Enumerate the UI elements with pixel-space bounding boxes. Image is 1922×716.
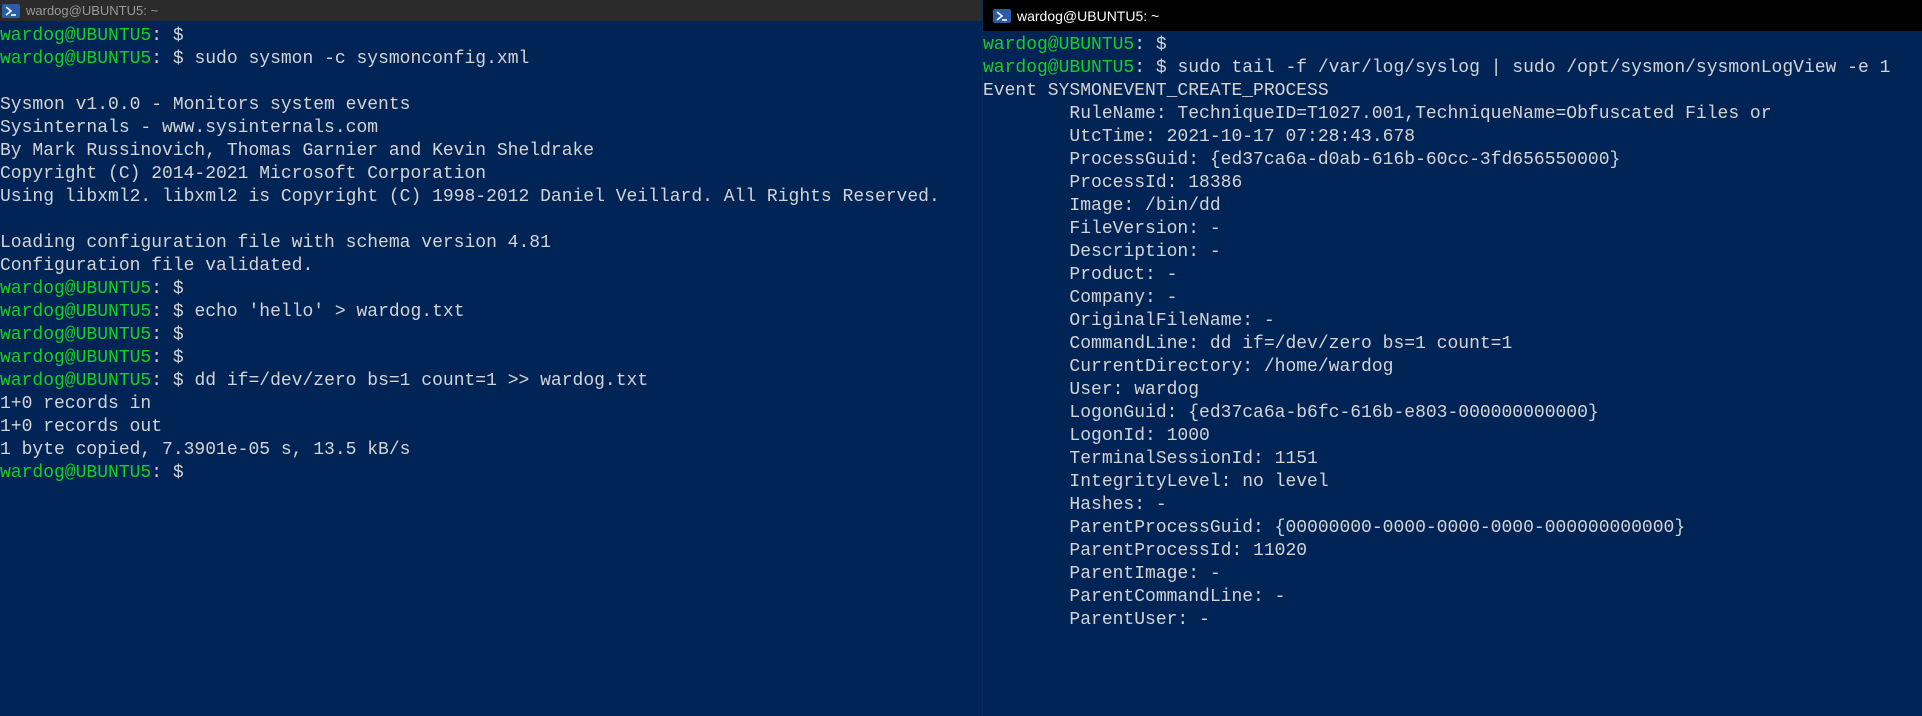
prompt-line: wardog@UBUNTU5: $ [983,34,1922,57]
output-line: ParentProcessId: 11020 [983,541,1308,561]
prompt-separator: : [151,49,163,69]
output-line: Description: - [983,242,1221,262]
prompt-user: wardog@UBUNTU5 [0,348,152,368]
powershell-icon [993,8,1011,23]
output-line: ParentCommandLine: - [983,587,1286,607]
terminal-window-left[interactable]: wardog@UBUNTU5: ~ wardog@UBUNTU5: $ ward… [0,0,982,716]
output-line: Product: - [983,265,1178,285]
prompt-user: wardog@UBUNTU5 [0,302,152,322]
command-text: $ [162,26,195,46]
terminal-window-right[interactable]: wardog@UBUNTU5: ~ wardog@UBUNTU5: $ ward… [982,0,1922,716]
prompt-user: wardog@UBUNTU5 [0,371,152,391]
command-text: $ dd if=/dev/zero bs=1 count=1 >> wardog… [162,371,649,391]
output-line: Copyright (C) 2014-2021 Microsoft Corpor… [0,164,487,184]
output-line: Hashes: - [983,495,1167,515]
output-line: UtcTime: 2021-10-17 07:28:43.678 [983,127,1416,147]
prompt-line: wardog@UBUNTU5: $ sudo sysmon -c sysmonc… [0,48,982,71]
output-line: Loading configuration file with schema v… [0,233,551,253]
output-line: User: wardog [983,380,1200,400]
prompt-separator: : [151,463,163,483]
output-line: FileVersion: - [983,219,1221,239]
output-line: ParentImage: - [983,564,1221,584]
output-line: ParentUser: - [983,610,1210,630]
prompt-separator: : [151,26,163,46]
terminal-output[interactable]: wardog@UBUNTU5: $ wardog@UBUNTU5: $ sudo… [983,31,1922,632]
output-line: RuleName: TechniqueID=T1027.001,Techniqu… [983,104,1772,124]
prompt-separator: : [1134,35,1146,55]
prompt-separator: : [151,348,163,368]
prompt-user: wardog@UBUNTU5 [0,325,152,345]
command-text: $ [162,348,195,368]
output-line: By Mark Russinovich, Thomas Garnier and … [0,141,595,161]
output-line: 1 byte copied, 7.3901e-05 s, 13.5 kB/s [0,440,411,460]
output-line: ProcessId: 18386 [983,173,1243,193]
output-line: LogonGuid: {ed37ca6a-b6fc-616b-e803-0000… [983,403,1599,423]
prompt-user: wardog@UBUNTU5 [0,279,152,299]
output-line: ProcessGuid: {ed37ca6a-d0ab-616b-60cc-3f… [983,150,1621,170]
window-title: wardog@UBUNTU5: ~ [26,3,159,18]
prompt-user: wardog@UBUNTU5 [983,58,1135,78]
output-line: Event SYSMONEVENT_CREATE_PROCESS [983,81,1329,101]
output-line: CommandLine: dd if=/dev/zero bs=1 count=… [983,334,1513,354]
prompt-user: wardog@UBUNTU5 [0,49,152,69]
title-bar[interactable]: wardog@UBUNTU5: ~ [0,0,982,21]
command-text: $ echo 'hello' > wardog.txt [162,302,465,322]
output-line: Using libxml2. libxml2 is Copyright (C) … [0,187,940,207]
terminal-output[interactable]: wardog@UBUNTU5: $ wardog@UBUNTU5: $ sudo… [0,21,982,485]
prompt-line: wardog@UBUNTU5: $ [0,347,982,370]
output-line: IntegrityLevel: no level [983,472,1329,492]
prompt-line: wardog@UBUNTU5: $ echo 'hello' > wardog.… [0,301,982,324]
output-line: 1+0 records in [0,394,152,414]
prompt-separator: : [151,302,163,322]
prompt-user: wardog@UBUNTU5 [983,35,1135,55]
prompt-line: wardog@UBUNTU5: $ dd if=/dev/zero bs=1 c… [0,370,982,393]
output-line: LogonId: 1000 [983,426,1210,446]
prompt-separator: : [151,279,163,299]
command-text: $ sudo tail -f /var/log/syslog | sudo /o… [1145,58,1891,78]
prompt-line: wardog@UBUNTU5: $ [0,462,982,485]
command-text: $ [162,325,195,345]
prompt-line: wardog@UBUNTU5: $ [0,25,982,48]
prompt-line: wardog@UBUNTU5: $ [0,324,982,347]
output-line: ParentProcessGuid: {00000000-0000-0000-0… [983,518,1686,538]
prompt-separator: : [1134,58,1146,78]
output-line: OriginalFileName: - [983,311,1275,331]
output-line: 1+0 records out [0,417,163,437]
command-text: $ [162,279,195,299]
powershell-icon [2,3,20,18]
prompt-user: wardog@UBUNTU5 [0,463,152,483]
prompt-separator: : [151,325,163,345]
prompt-user: wardog@UBUNTU5 [0,26,152,46]
prompt-separator: : [151,371,163,391]
title-bar[interactable]: wardog@UBUNTU5: ~ [983,0,1922,31]
output-line: Configuration file validated. [0,256,314,276]
window-title: wardog@UBUNTU5: ~ [1017,7,1160,24]
command-text: $ [162,463,195,483]
prompt-line: wardog@UBUNTU5: $ sudo tail -f /var/log/… [983,57,1922,80]
command-text: $ sudo sysmon -c sysmonconfig.xml [162,49,530,69]
prompt-line: wardog@UBUNTU5: $ [0,278,982,301]
output-line: Sysmon v1.0.0 - Monitors system events [0,95,411,115]
output-line: Sysinternals - www.sysinternals.com [0,118,379,138]
output-line: Image: /bin/dd [983,196,1221,216]
output-line: Company: - [983,288,1178,308]
output-line: TerminalSessionId: 1151 [983,449,1318,469]
output-line: CurrentDirectory: /home/wardog [983,357,1394,377]
command-text: $ [1145,35,1178,55]
